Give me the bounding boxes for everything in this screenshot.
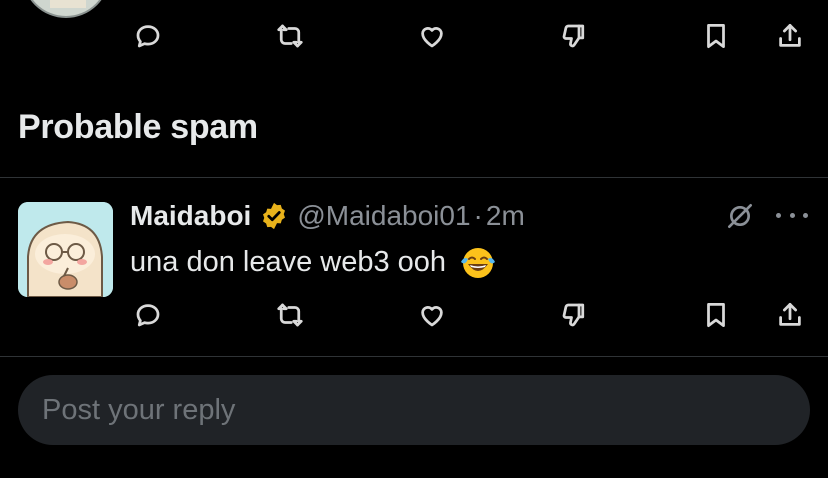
tweet-actions [130,297,810,337]
previous-tweet-actions [130,18,810,58]
separator: · [473,200,483,231]
section-title: Probable spam [18,108,258,146]
like-icon[interactable] [414,18,450,54]
share-icon[interactable] [772,297,808,333]
tweet-header: Maidaboi @Maidaboi01 · 2m [130,196,525,236]
dislike-icon[interactable] [556,18,592,54]
divider [0,177,828,178]
previous-tweet-avatar[interactable] [22,0,110,18]
reply-placeholder: Post your reply [42,394,236,426]
user-handle[interactable]: @Maidaboi01 [297,200,470,232]
hidden-reply-icon[interactable] [724,200,756,232]
repost-icon[interactable] [272,297,308,333]
avatar-figure [50,0,86,8]
repost-icon[interactable] [272,18,308,54]
display-name[interactable]: Maidaboi [130,200,251,232]
user-avatar[interactable] [18,202,113,297]
bookmark-icon[interactable] [698,297,734,333]
more-icon[interactable] [776,205,808,225]
divider [0,356,828,357]
reply-icon[interactable] [130,297,166,333]
sloth-avatar-icon [18,202,113,297]
reply-input[interactable]: Post your reply [18,375,810,445]
tweet-text: una don leave web3 ooh [130,245,447,278]
bookmark-icon[interactable] [698,18,734,54]
tweet-body: una don leave web3 ooh [130,242,498,282]
timestamp[interactable]: 2m [486,200,525,232]
like-icon[interactable] [414,297,450,333]
face-with-tears-of-joy-icon [461,248,496,278]
dislike-icon[interactable] [556,297,592,333]
verified-badge-icon[interactable] [259,201,289,231]
reply-icon[interactable] [130,18,166,54]
share-icon[interactable] [772,18,808,54]
